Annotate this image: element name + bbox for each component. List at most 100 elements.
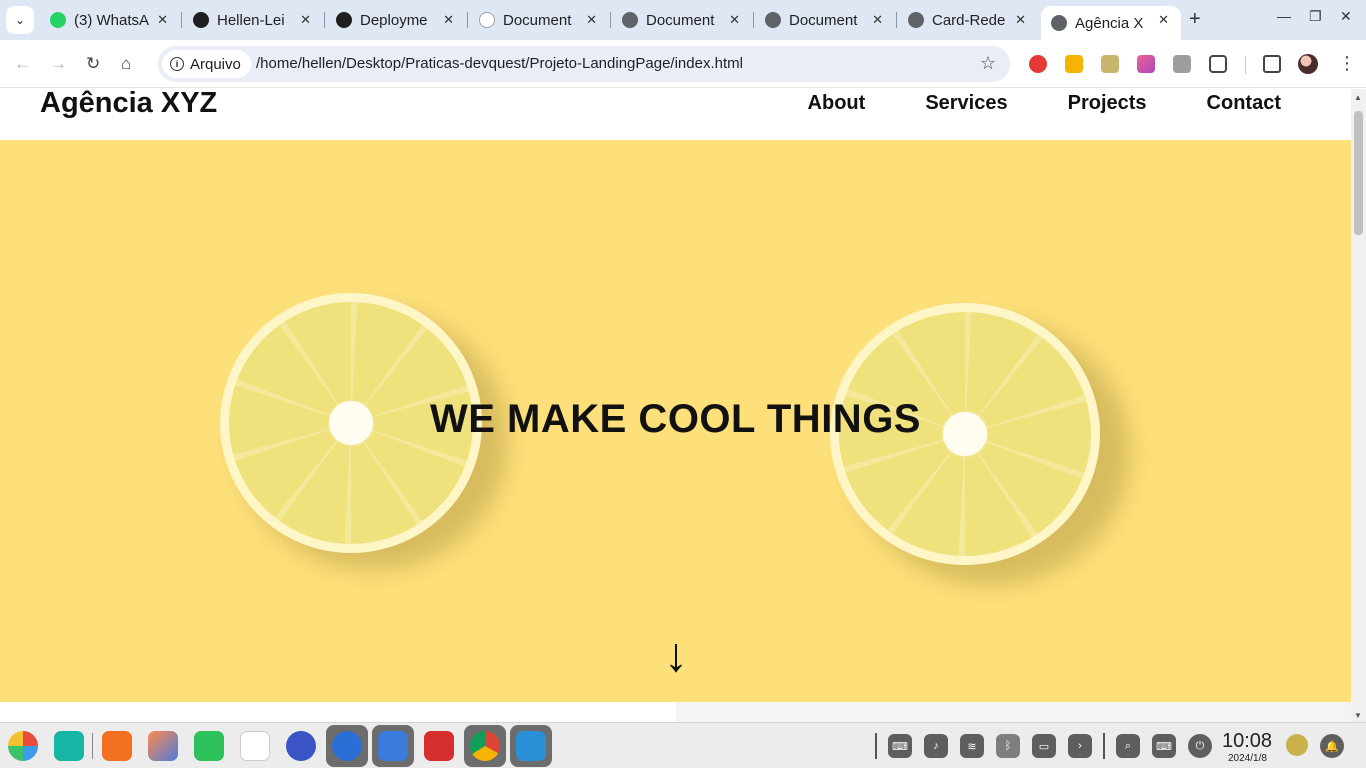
tab-card-rede[interactable]: Card-Rede ✕ — [898, 6, 1038, 34]
volume-icon[interactable]: ♪ — [924, 734, 948, 758]
globe-icon — [765, 12, 781, 28]
page-viewport: Agência XYZ About Services Projects Cont… — [0, 89, 1351, 722]
home-button[interactable]: ⌂ — [121, 54, 131, 74]
close-icon[interactable]: ✕ — [443, 12, 454, 28]
extensions-puzzle-icon[interactable] — [1209, 55, 1227, 73]
nav-link-contact[interactable]: Contact — [1207, 92, 1281, 115]
restore-button[interactable]: ❐ — [1309, 8, 1322, 25]
scroll-down-icon[interactable]: ▼ — [1354, 711, 1362, 720]
extension-note-icon[interactable] — [1101, 55, 1119, 73]
tray-divider — [1103, 733, 1105, 759]
tab-divider — [753, 12, 754, 28]
close-icon[interactable]: ✕ — [729, 12, 740, 28]
chevron-right-icon[interactable]: › — [1068, 734, 1092, 758]
info-icon: i — [170, 57, 184, 71]
brand-logo[interactable]: Agência XYZ — [40, 89, 217, 120]
address-bar[interactable]: i Arquivo /home/hellen/Desktop/Praticas-… — [158, 46, 1010, 82]
wifi-icon[interactable]: ≋ — [960, 734, 984, 758]
globe-icon — [908, 12, 924, 28]
site-info-chip[interactable]: i Arquivo — [162, 50, 251, 78]
bookmark-star-icon[interactable]: ☆ — [980, 53, 996, 74]
close-icon[interactable]: ✕ — [1015, 12, 1026, 28]
tab-title: Hellen-Lei — [217, 11, 285, 29]
tab-agencia-xyz[interactable]: Agência X ✕ — [1041, 6, 1181, 40]
music-icon[interactable] — [194, 731, 224, 761]
tab-document-3[interactable]: Document ✕ — [755, 6, 895, 34]
search-icon[interactable]: ⌕ — [1116, 734, 1140, 758]
photos-icon[interactable] — [148, 731, 178, 761]
tab-divider — [610, 12, 611, 28]
tab-hellen-lei[interactable]: Hellen-Lei ✕ — [183, 6, 323, 34]
extension-gradient-icon[interactable] — [1137, 55, 1155, 73]
site-header: Agência XYZ About Services Projects Cont… — [0, 89, 1351, 140]
calendar-icon[interactable] — [240, 731, 270, 761]
chevron-down-icon: ⌄ — [14, 13, 26, 27]
launcher-icon[interactable] — [8, 731, 38, 761]
dock-divider — [92, 733, 93, 759]
menu-kebab-icon[interactable]: ⋮ — [1338, 53, 1356, 74]
close-icon[interactable]: ✕ — [1158, 12, 1169, 28]
tab-title: Document — [503, 11, 572, 29]
tab-search-button[interactable]: ⌄ — [6, 6, 34, 34]
hero-section: WE MAKE COOL THINGS ↓ — [0, 140, 1351, 702]
scroll-down-arrow-icon[interactable]: ↓ — [655, 628, 697, 683]
chrome-icon[interactable] — [470, 731, 500, 761]
tab-title: Agência X — [1075, 14, 1143, 32]
close-icon: ✕ — [1340, 8, 1352, 24]
scroll-up-icon[interactable]: ▲ — [1354, 93, 1362, 102]
tab-whatsapp[interactable]: (3) WhatsA ✕ — [40, 6, 180, 34]
store-icon[interactable] — [102, 731, 132, 761]
tab-document-2[interactable]: Document ✕ — [612, 6, 752, 34]
notification-bell-icon[interactable]: 🔔 — [1320, 734, 1344, 758]
keyboard-icon[interactable]: ⌨ — [888, 734, 912, 758]
tab-divider — [324, 12, 325, 28]
tab-deployment[interactable]: Deployme ✕ — [326, 6, 466, 34]
forward-button[interactable]: → — [50, 54, 67, 74]
input-method-icon[interactable]: ⌨ — [1152, 734, 1176, 758]
extension-red-icon[interactable] — [1029, 55, 1047, 73]
new-tab-button[interactable]: + — [1189, 8, 1201, 31]
back-button[interactable]: ← — [14, 54, 31, 74]
tray-app-icon[interactable] — [1286, 734, 1308, 756]
close-icon[interactable]: ✕ — [586, 12, 597, 28]
extension-yellow-icon[interactable] — [1065, 55, 1083, 73]
nav-link-projects[interactable]: Projects — [1068, 92, 1147, 115]
app-store-icon[interactable] — [378, 731, 408, 761]
bluetooth-icon[interactable]: ᛒ — [996, 734, 1020, 758]
globe-icon — [622, 12, 638, 28]
tab-title: Document — [789, 11, 858, 29]
vscode-icon[interactable] — [516, 731, 546, 761]
browser-toolbar: ← → ↻ ⌂ i Arquivo /home/hellen/Desktop/P… — [0, 40, 1366, 88]
scrollbar-thumb[interactable] — [1354, 111, 1363, 235]
clock-time[interactable]: 10:08 — [1222, 730, 1272, 753]
plus-icon: + — [1189, 8, 1201, 30]
close-icon[interactable]: ✕ — [872, 12, 883, 28]
tab-title: Deployme — [360, 11, 428, 29]
reload-button[interactable]: ↻ — [86, 54, 100, 74]
arrow-right-icon: → — [50, 54, 67, 73]
close-window-button[interactable]: ✕ — [1340, 8, 1352, 25]
minimize-button[interactable]: — — [1277, 8, 1291, 24]
minimize-icon: — — [1277, 8, 1291, 24]
battery-icon[interactable]: ▭ — [1032, 734, 1056, 758]
site-info-label: Arquivo — [190, 55, 241, 73]
tab-divider — [896, 12, 897, 28]
power-icon[interactable]: ⏻ — [1188, 734, 1212, 758]
side-panel-icon[interactable] — [1263, 55, 1281, 73]
extension-gray-icon[interactable] — [1173, 55, 1191, 73]
tab-document-1[interactable]: Document ✕ — [469, 6, 609, 34]
nav-link-about[interactable]: About — [808, 92, 866, 115]
browser-app-icon[interactable] — [332, 731, 362, 761]
nav-link-services[interactable]: Services — [925, 92, 1007, 115]
url-text[interactable]: /home/hellen/Desktop/Praticas-devquest/P… — [256, 55, 743, 72]
toolbar-divider — [1245, 56, 1246, 74]
next-section-preview — [0, 702, 1351, 722]
terminal-icon[interactable] — [424, 731, 454, 761]
profile-avatar[interactable] — [1298, 54, 1318, 74]
page-scrollbar[interactable]: ▲ ▼ — [1351, 89, 1366, 722]
github-icon — [193, 12, 209, 28]
close-icon[interactable]: ✕ — [157, 12, 168, 28]
close-icon[interactable]: ✕ — [300, 12, 311, 28]
desktop-icon[interactable] — [54, 731, 84, 761]
settings-icon[interactable] — [286, 731, 316, 761]
